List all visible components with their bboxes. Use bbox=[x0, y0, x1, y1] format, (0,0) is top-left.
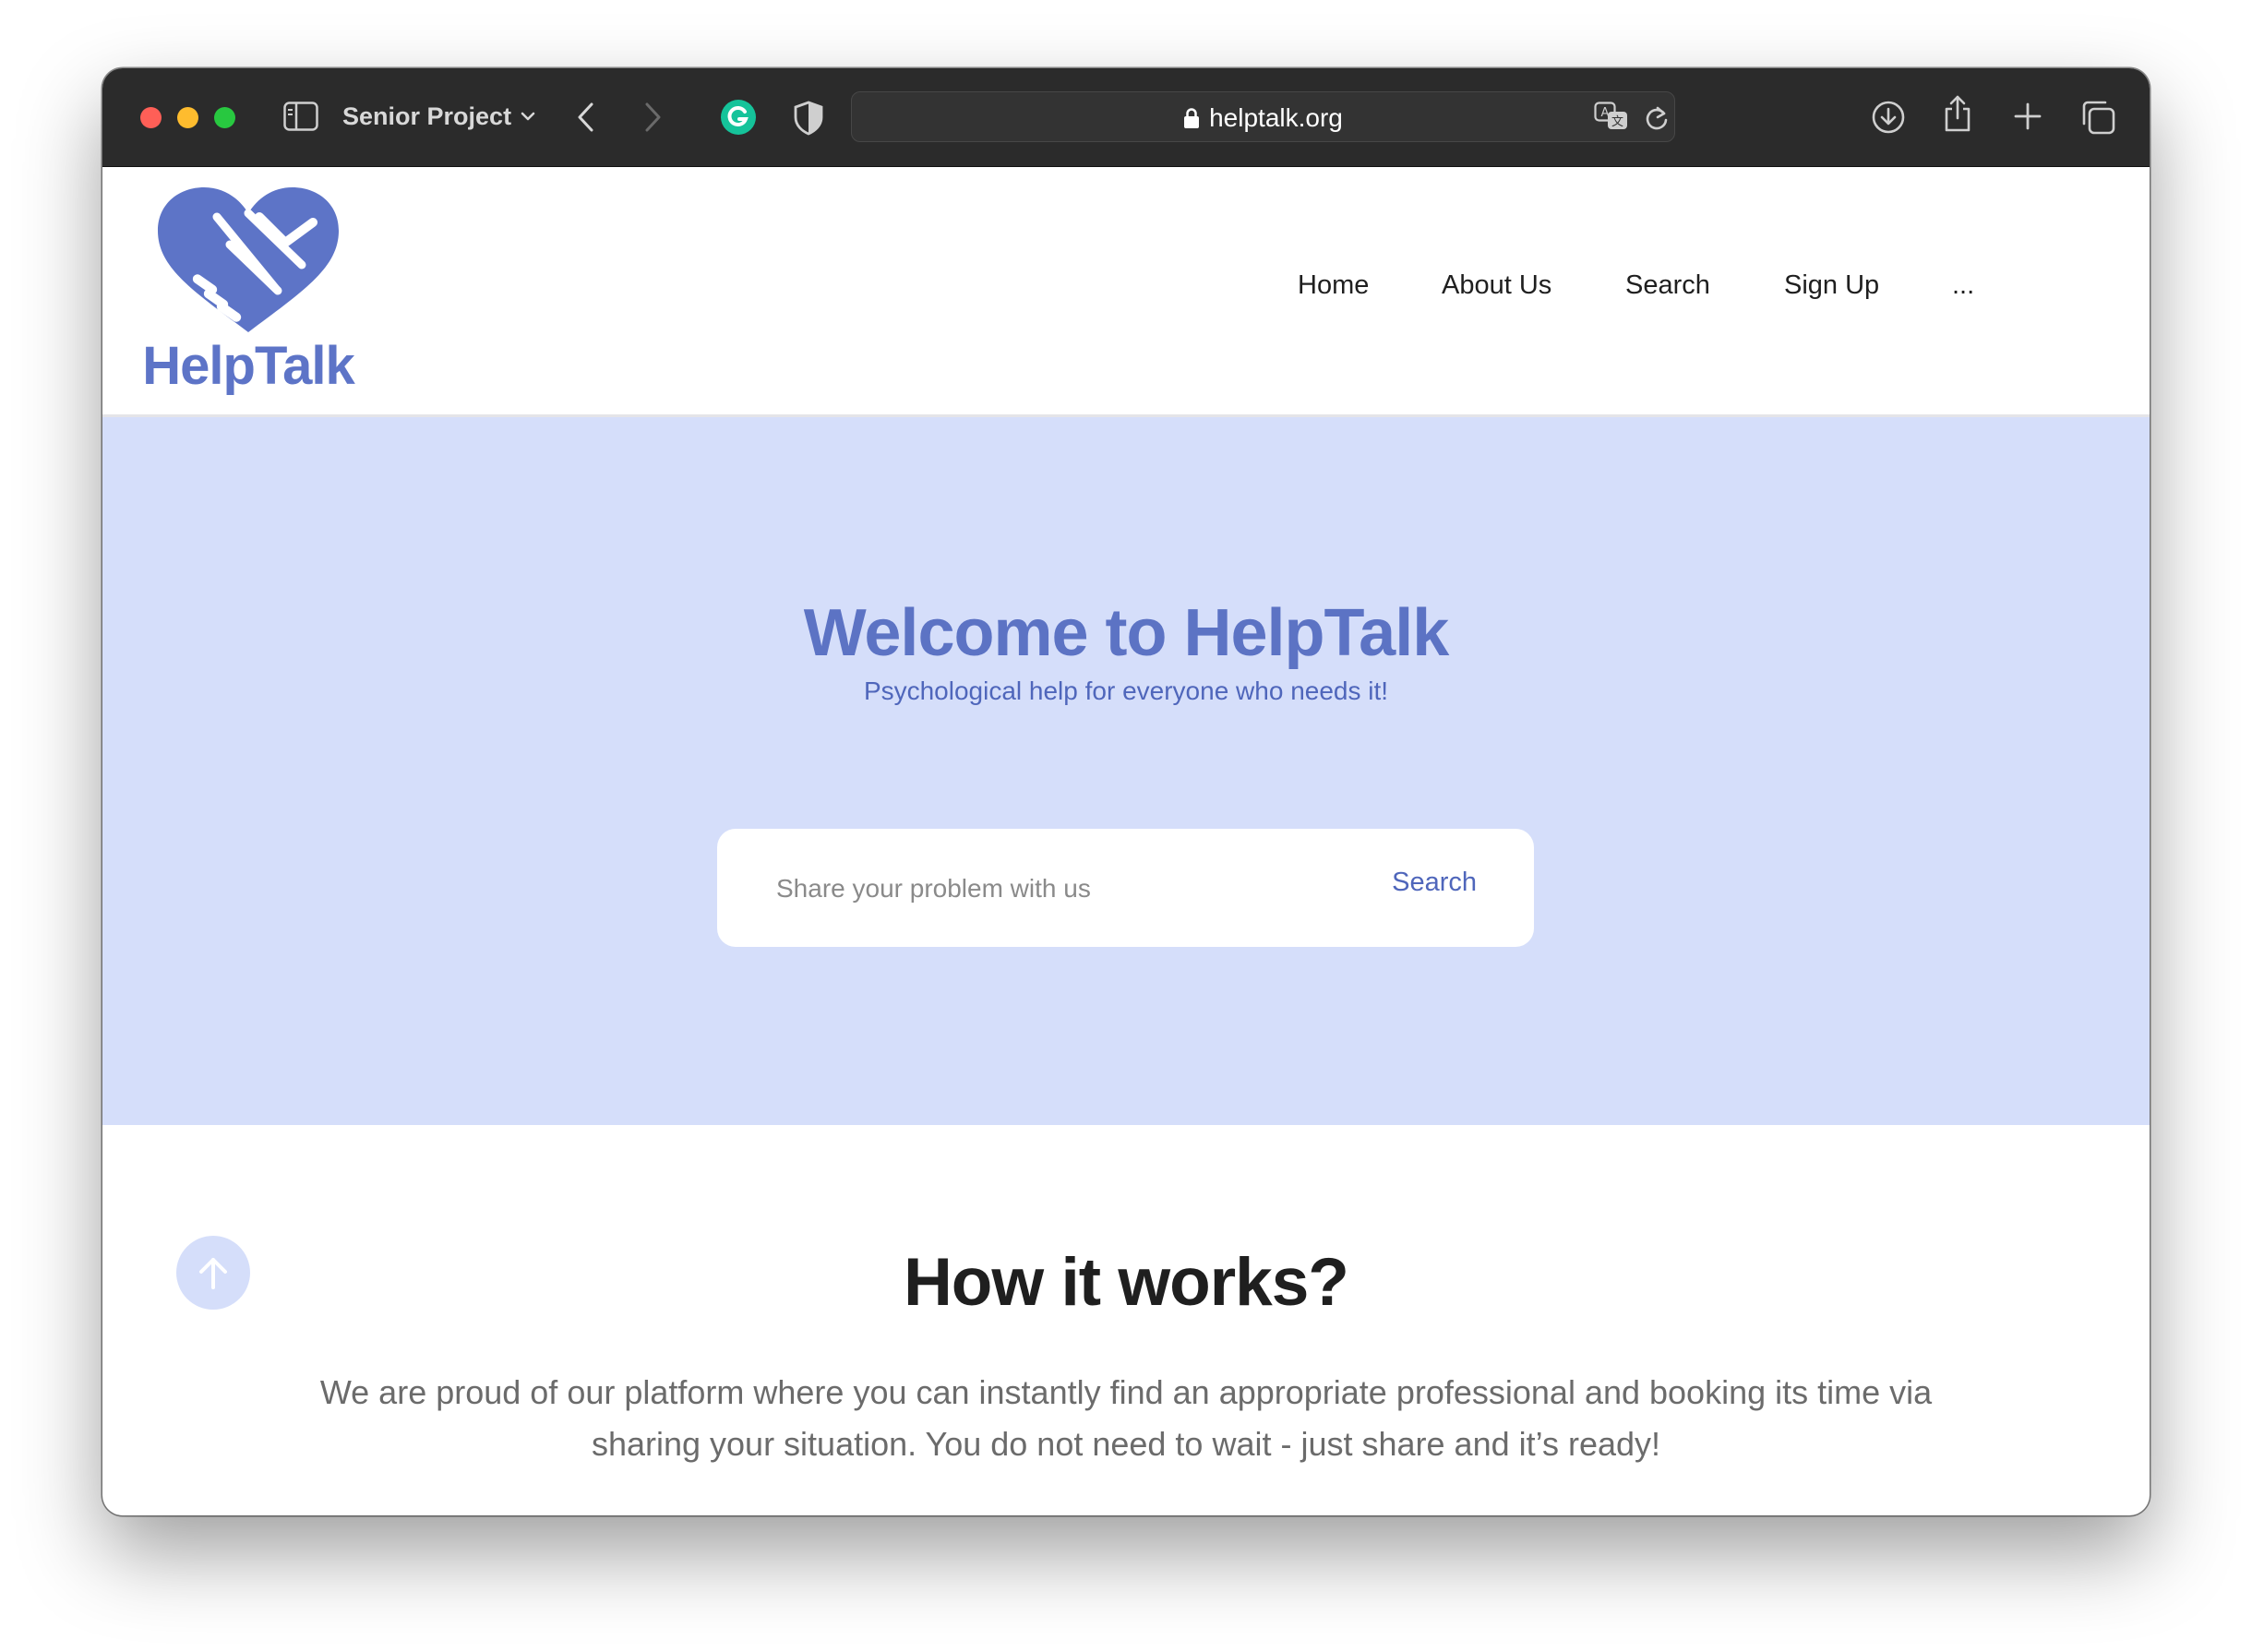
hero-section: Welcome to HelpTalk Psychological help f… bbox=[102, 417, 2150, 1125]
search-button[interactable]: Search bbox=[1392, 868, 1477, 898]
lock-icon bbox=[1184, 107, 1200, 128]
download-icon[interactable] bbox=[1872, 101, 1905, 134]
hero-subtitle: Psychological help for everyone who need… bbox=[863, 676, 1389, 705]
logo-text: HelpTalk bbox=[142, 336, 354, 396]
address-bar[interactable]: helptalk.org A 文 bbox=[851, 91, 1675, 142]
heart-handshake-icon bbox=[158, 187, 339, 332]
nav-sign-up[interactable]: Sign Up bbox=[1784, 270, 1879, 301]
problem-search-box: Search bbox=[717, 829, 1534, 947]
minimize-window-button[interactable] bbox=[177, 107, 198, 128]
close-window-button[interactable] bbox=[140, 107, 162, 128]
url-text: helptalk.org bbox=[1209, 102, 1343, 132]
tabs-overview-icon[interactable] bbox=[2080, 100, 2115, 135]
helptalk-logo[interactable]: HelpTalk bbox=[138, 180, 359, 401]
zoom-window-button[interactable] bbox=[214, 107, 235, 128]
share-icon[interactable] bbox=[1943, 94, 1972, 133]
sidebar-icon[interactable] bbox=[283, 102, 318, 131]
nav-search[interactable]: Search bbox=[1625, 270, 1710, 301]
plus-icon[interactable] bbox=[2013, 102, 2042, 131]
forward-icon[interactable] bbox=[641, 102, 664, 133]
tab-group-label: Senior Project bbox=[342, 102, 512, 130]
browser-window: Senior Project helptalk.org A 文 HelpTalk… bbox=[102, 68, 2150, 1515]
site-header: HelpTalk Home About Us Search Sign Up ..… bbox=[102, 167, 2150, 417]
svg-text:文: 文 bbox=[1611, 115, 1623, 129]
hero-title: Welcome to HelpTalk bbox=[803, 596, 1450, 670]
reload-icon[interactable] bbox=[1644, 104, 1670, 132]
nav-more[interactable]: ... bbox=[1952, 270, 1974, 301]
how-it-works-text: We are proud of our platform where you c… bbox=[319, 1373, 1933, 1463]
how-it-works-title: How it works? bbox=[904, 1245, 1349, 1320]
tab-group-selector[interactable]: Senior Project bbox=[342, 98, 535, 135]
back-icon[interactable] bbox=[575, 102, 597, 133]
nav-about-us[interactable]: About Us bbox=[1442, 270, 1551, 301]
nav-home[interactable]: Home bbox=[1298, 270, 1369, 301]
shield-icon[interactable] bbox=[793, 101, 824, 136]
chevron-down-icon bbox=[521, 112, 535, 121]
grammarly-icon[interactable] bbox=[720, 99, 757, 136]
browser-toolbar: Senior Project helptalk.org A 文 bbox=[102, 68, 2150, 167]
translate-icon[interactable]: A 文 bbox=[1594, 102, 1629, 131]
problem-search-input[interactable] bbox=[774, 860, 1332, 917]
